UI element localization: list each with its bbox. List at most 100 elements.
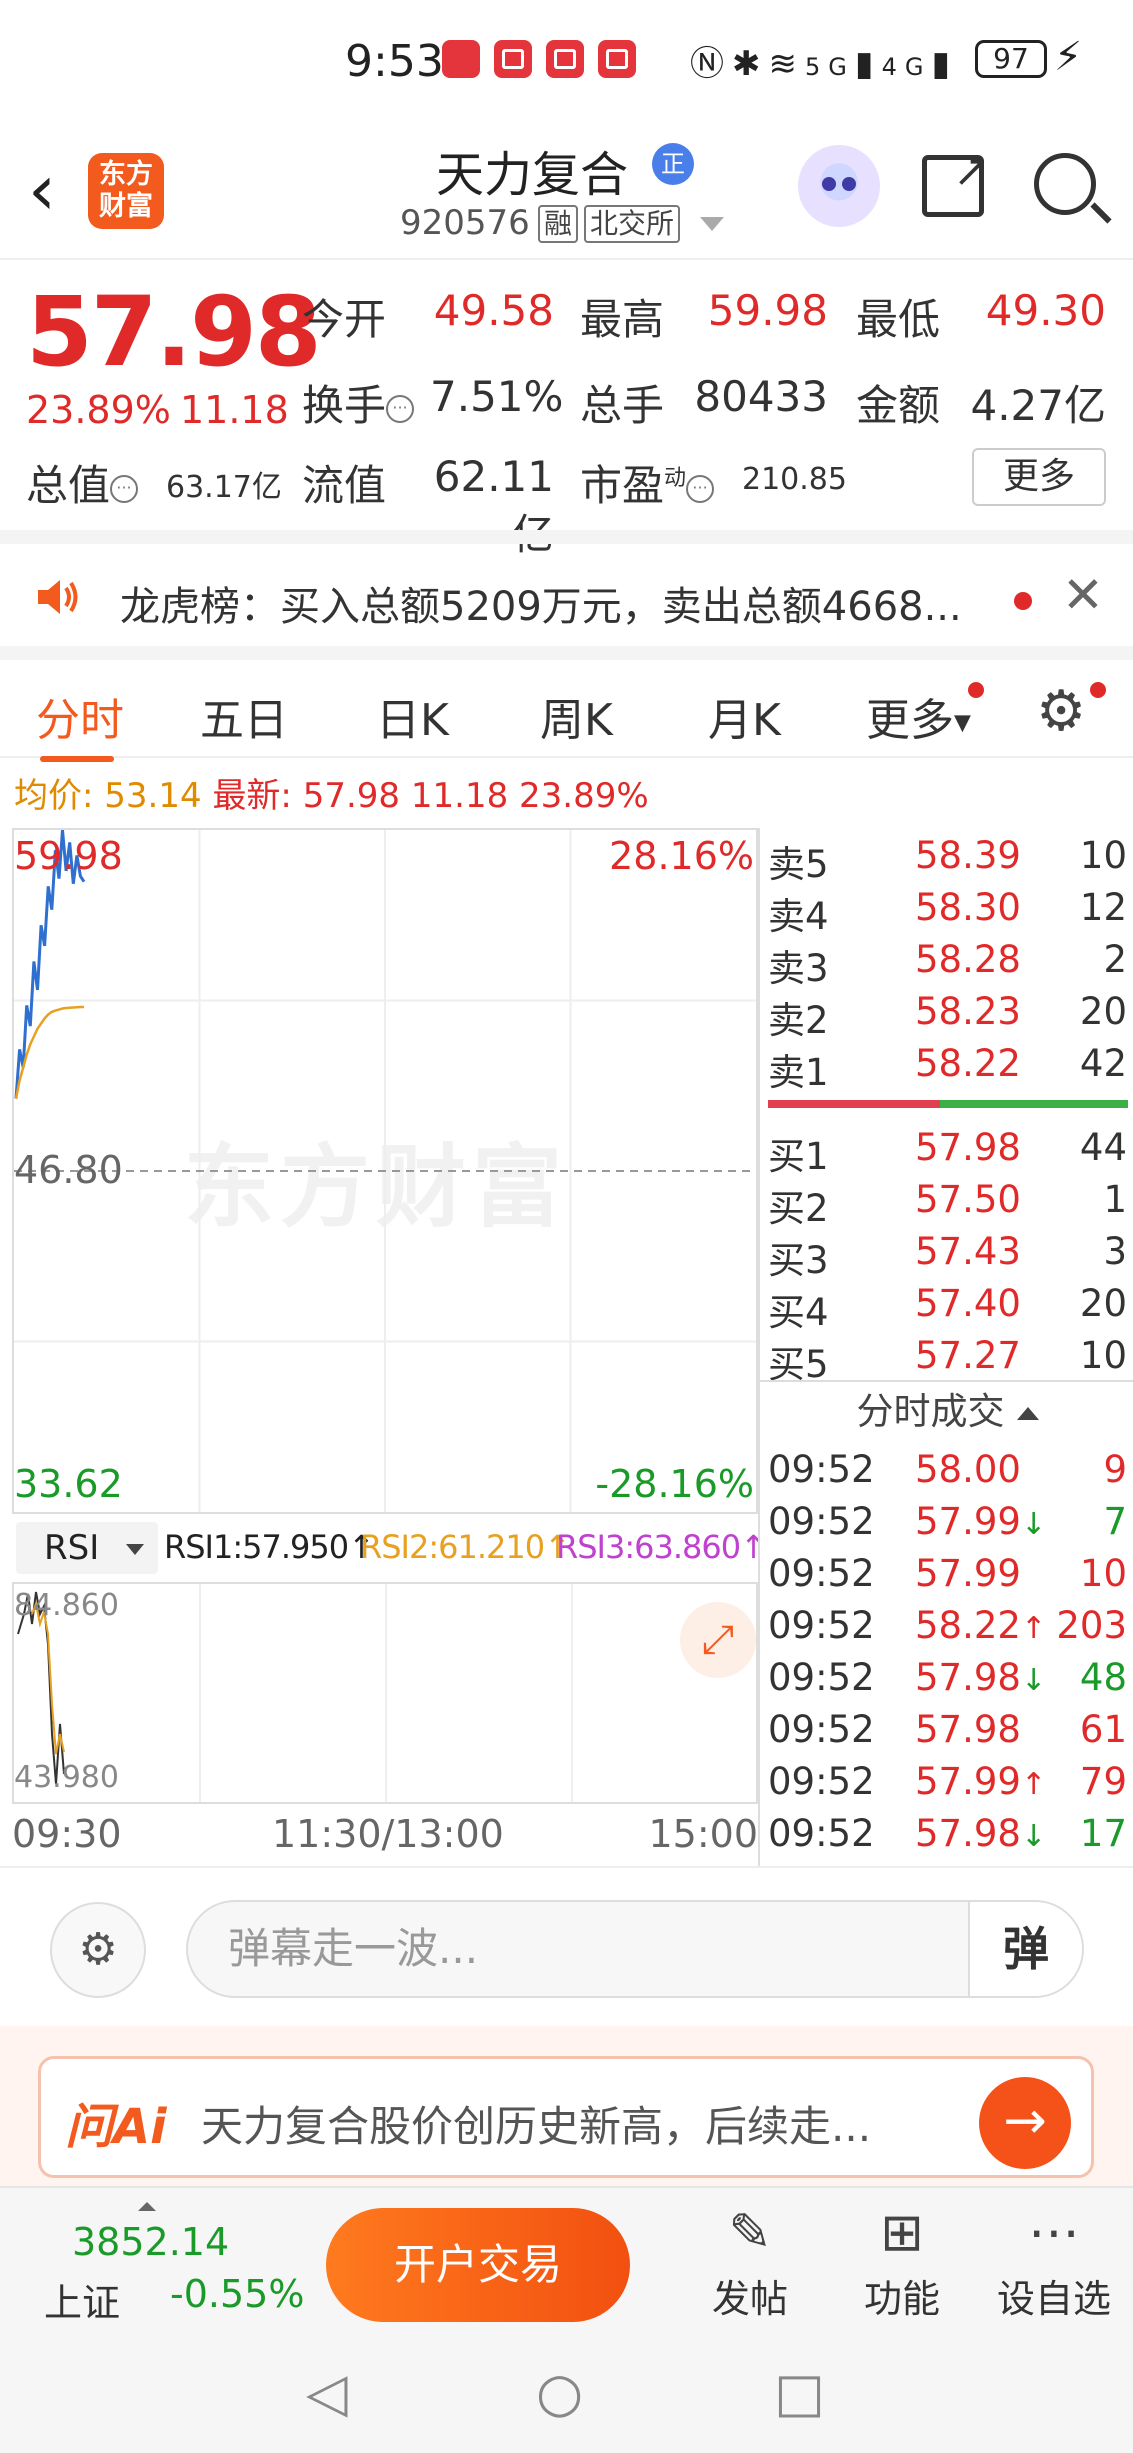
trade-time: 09:52 bbox=[768, 1656, 875, 1699]
gear-icon[interactable]: ⚙ bbox=[1036, 684, 1086, 740]
rsi1-text: RSI1:57.950 bbox=[164, 1528, 349, 1566]
last-change: 11.18 bbox=[410, 776, 509, 816]
bluetooth-icon: ✱ bbox=[732, 44, 769, 84]
share-icon[interactable]: ↗ bbox=[922, 150, 990, 217]
index-value[interactable]: 3852.14 bbox=[72, 2220, 229, 2264]
turnover-value: 7.51% bbox=[430, 372, 564, 421]
ask-row: 卖4 58.30 12 bbox=[760, 886, 1133, 938]
more-dots-icon: ⋯ bbox=[1028, 2203, 1080, 2263]
functions-button[interactable]: ⊞ 功能 bbox=[842, 2198, 962, 2328]
bid-volume: 20 bbox=[1079, 1282, 1127, 1325]
index-name[interactable]: 上证 bbox=[44, 2272, 120, 2327]
low-label: 最低 bbox=[856, 295, 941, 344]
danmaku-settings-icon[interactable]: ⚙ bbox=[50, 1902, 146, 1998]
pe-label-text: 市盈 bbox=[580, 461, 665, 510]
more-quote-button[interactable]: 更多 bbox=[972, 448, 1106, 506]
average-price-line: 均价: 53.14 最新: 57.98 11.18 23.89% bbox=[14, 768, 649, 817]
trade-row: 09:52 58.00 9 bbox=[760, 1448, 1133, 1500]
trade-row: 09:52 58.22↑ 203 bbox=[760, 1604, 1133, 1656]
caret-down-icon bbox=[126, 1544, 144, 1555]
add-watchlist-label: 设自选 bbox=[996, 2277, 1111, 2321]
notice-text: 龙虎榜：买入总额5209万元，卖出总额4668... bbox=[120, 584, 962, 630]
ask-volume: 20 bbox=[1079, 990, 1127, 1033]
bid-price: 57.43 bbox=[915, 1230, 1021, 1273]
chart-bottom-price: 33.62 bbox=[14, 1462, 123, 1506]
chevron-down-icon[interactable] bbox=[700, 217, 724, 231]
close-icon[interactable]: ✕ bbox=[1062, 566, 1104, 624]
pe-dynamic-sup: 动 bbox=[664, 466, 687, 491]
danmaku-send-button[interactable]: 弹 bbox=[968, 1902, 1082, 1996]
edit-icon: ✎ bbox=[728, 2203, 772, 2263]
trade-time: 09:52 bbox=[768, 1708, 875, 1751]
signal-4g-label: 4G bbox=[881, 53, 932, 81]
tab-more-dot bbox=[968, 682, 984, 698]
ai-logo: 问Ai bbox=[65, 2099, 167, 2155]
add-watchlist-button[interactable]: ⋯ 设自选 bbox=[994, 2198, 1114, 2328]
nfc-icon: Ⓝ bbox=[690, 44, 732, 84]
bid-row: 买4 57.40 20 bbox=[760, 1282, 1133, 1334]
unread-dot bbox=[1014, 592, 1032, 610]
info-icon[interactable]: ··· bbox=[686, 474, 715, 503]
chart-tabs: 分时 五日 日K 周K 月K 更多▼ ⚙ bbox=[0, 646, 1133, 762]
arrow-right-icon[interactable]: → bbox=[979, 2077, 1071, 2169]
ask-label: 卖5 bbox=[768, 843, 829, 886]
ask-volume: 42 bbox=[1079, 1042, 1127, 1085]
rsi1-value: RSI1:57.950↑ bbox=[164, 1528, 375, 1566]
trade-volume: 203 bbox=[1056, 1604, 1127, 1647]
margin-tag: 融 bbox=[538, 205, 579, 243]
ask-row: 卖5 58.39 10 bbox=[760, 834, 1133, 886]
bid-volume: 10 bbox=[1079, 1334, 1127, 1377]
search-icon[interactable] bbox=[1034, 153, 1096, 215]
current-price: 57.98 bbox=[26, 276, 322, 388]
trades-header[interactable]: 分时成交 bbox=[760, 1380, 1133, 1440]
bid-row: 买3 57.43 3 bbox=[760, 1230, 1133, 1282]
info-icon[interactable]: ··· bbox=[110, 474, 139, 503]
last-percent: 23.89% bbox=[519, 776, 649, 816]
speaker-icon bbox=[38, 580, 78, 614]
tab-weekly-k[interactable]: 周K bbox=[540, 684, 613, 748]
tab-daily-k[interactable]: 日K bbox=[376, 684, 449, 748]
tab-intraday[interactable]: 分时 bbox=[36, 684, 124, 748]
post-label: 发帖 bbox=[711, 2277, 788, 2321]
nav-home-icon[interactable]: ○ bbox=[536, 2366, 583, 2420]
open-label: 今开 bbox=[302, 295, 387, 344]
tab-more[interactable]: 更多▼ bbox=[866, 684, 971, 748]
bid-label: 买2 bbox=[768, 1187, 829, 1230]
trade-row: 09:52 57.99↓ 7 bbox=[760, 1500, 1133, 1552]
bid-label: 买1 bbox=[768, 1135, 829, 1178]
ai-question-box[interactable]: 问Ai 天力复合股价创历史新高，后续走... → bbox=[38, 2056, 1094, 2178]
open-value: 49.58 bbox=[433, 286, 554, 335]
trade-time: 09:52 bbox=[768, 1812, 875, 1855]
caret-up-icon[interactable] bbox=[138, 2202, 156, 2211]
rsi-chart[interactable]: 84.860 43.980 ⤢ bbox=[12, 1582, 758, 1804]
nav-back-icon[interactable]: ◁ bbox=[306, 2366, 348, 2420]
danmaku-input[interactable]: 弹幕走一波... bbox=[186, 1900, 1084, 1998]
intraday-chart[interactable]: 东方财富 59.98 28.16% 46.80 33.62 -28.16% bbox=[12, 828, 758, 1514]
tab-five-day[interactable]: 五日 bbox=[200, 684, 288, 748]
indicator-select[interactable]: RSI bbox=[16, 1522, 158, 1574]
book-app-icon bbox=[546, 40, 584, 78]
expand-icon[interactable]: ⤢ bbox=[680, 1602, 756, 1678]
rsi3-value: RSI3:63.860↑ bbox=[556, 1528, 767, 1566]
bid-volume: 44 bbox=[1079, 1126, 1127, 1169]
last-label: 最新: bbox=[212, 776, 292, 816]
avg-label: 均价: bbox=[14, 776, 94, 816]
tab-monthly-k[interactable]: 月K bbox=[708, 684, 781, 748]
info-icon[interactable]: ··· bbox=[386, 394, 415, 423]
trade-volume: 48 bbox=[1079, 1656, 1127, 1699]
indicator-select-label: RSI bbox=[44, 1528, 100, 1568]
amount-value: 4.27亿 bbox=[970, 381, 1106, 430]
battery-icon: 97 bbox=[975, 40, 1047, 78]
trade-row: 09:52 57.98↓ 17 bbox=[760, 1812, 1133, 1864]
back-button[interactable]: ‹ bbox=[28, 155, 56, 225]
nav-recents-icon[interactable]: □ bbox=[774, 2366, 825, 2420]
chart-mid-price: 46.80 bbox=[14, 1148, 123, 1192]
ai-robot-avatar[interactable] bbox=[798, 145, 880, 227]
chart-bottom-percent: -28.16% bbox=[595, 1462, 754, 1506]
danmaku-bar: ⚙ 弹幕走一波... 弹 bbox=[0, 1866, 1133, 2026]
notice-bar[interactable]: 龙虎榜：买入总额5209万元，卖出总额4668... ✕ bbox=[0, 530, 1133, 646]
index-percent[interactable]: -0.55% bbox=[170, 2272, 304, 2316]
rsi-bottom-value: 43.980 bbox=[14, 1760, 119, 1795]
open-account-trade-button[interactable]: 开户交易 bbox=[326, 2208, 630, 2322]
post-button[interactable]: ✎ 发帖 bbox=[690, 2198, 810, 2328]
